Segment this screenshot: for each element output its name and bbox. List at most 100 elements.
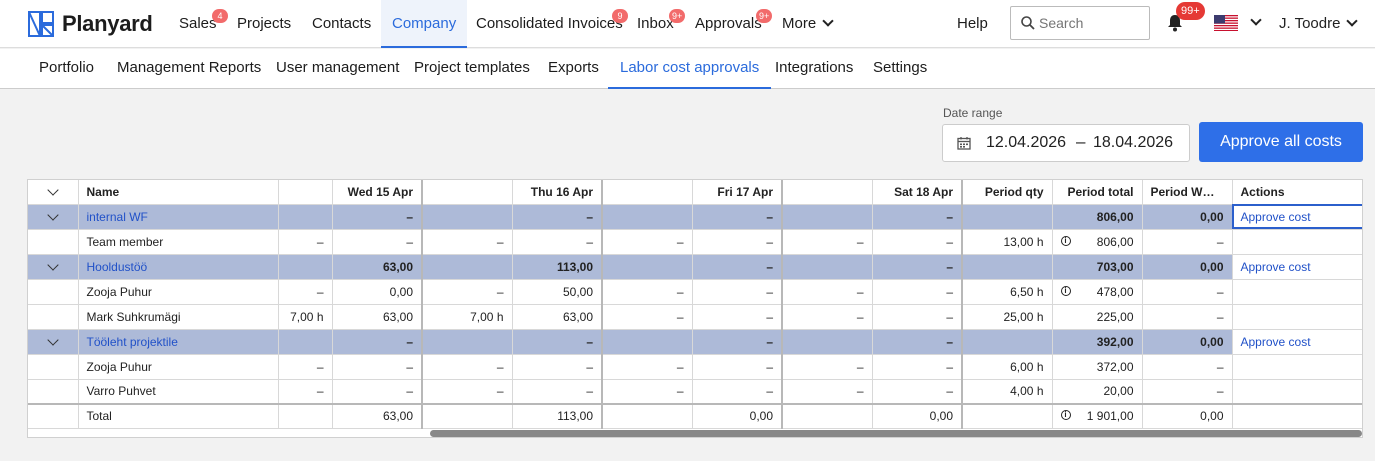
value-cell: – <box>782 379 873 405</box>
value-cell <box>782 403 873 429</box>
group-collapse-toggle[interactable] <box>28 254 79 280</box>
value-cell <box>602 329 693 355</box>
column-header-sat[interactable]: Sat 18 Apr <box>872 180 963 205</box>
nav-consolidated-invoices[interactable]: Consolidated Invoices <box>476 0 623 48</box>
value-cell: 0,00 <box>1142 329 1233 355</box>
value-cell: – <box>278 354 333 380</box>
subnav-settings[interactable]: Settings <box>873 49 927 89</box>
column-header-thu-qty <box>422 180 513 205</box>
group-name[interactable]: Tööleht projektile <box>78 329 279 355</box>
table-row[interactable]: Zooja Puhur –0,00–50,00– – – –6,50 h i 478,00– <box>28 279 1362 305</box>
subnav-portfolio[interactable]: Portfolio <box>39 49 94 89</box>
group-row[interactable]: Hooldustöö 63,00 113,00 – – 703,00 0,00 Approve… <box>28 254 1362 280</box>
value-cell: 6,00 h <box>962 354 1053 380</box>
nav-projects[interactable]: Projects <box>237 0 291 48</box>
value-cell: 703,00 <box>1052 254 1143 280</box>
value-cell: – <box>512 229 603 255</box>
user-menu[interactable]: J. Toodre <box>1279 0 1359 48</box>
value-cell: 4,00 h <box>962 379 1053 405</box>
table-row[interactable]: Varro Puhvet – – – – – – – –4,00 h 20,00– <box>28 379 1362 405</box>
value-cell: – <box>278 279 333 305</box>
subnav-labor-cost-approvals[interactable]: Labor cost approvals <box>608 49 772 89</box>
value-cell: – <box>692 204 783 230</box>
info-icon[interactable]: i <box>1060 285 1071 296</box>
language-chevron-down-icon[interactable] <box>1250 14 1262 26</box>
approve-cost-link[interactable]: Approve cost <box>1241 210 1311 224</box>
group-name[interactable]: Hooldustöö <box>78 254 279 280</box>
nav-consolidated-invoices-badge: 9 <box>612 9 628 23</box>
nav-contacts-label: Contacts <box>312 15 372 32</box>
value-cell: – <box>278 379 333 405</box>
collapse-all-toggle[interactable] <box>28 180 79 205</box>
nav-approvals[interactable]: Approvals <box>695 0 762 48</box>
nav-sales-label: Sales <box>179 15 217 32</box>
planyard-logo[interactable]: Planyard <box>28 11 153 37</box>
value-cell <box>782 329 873 355</box>
row-spacer-cell <box>28 354 79 380</box>
employee-name: Mark Suhkrumägi <box>78 304 279 330</box>
subnav-exports[interactable]: Exports <box>548 49 599 89</box>
subnav-user-management[interactable]: User management <box>276 49 399 89</box>
table-body: internal WF – – – –806,00 0,00 Approve cost Tea… <box>28 204 1362 429</box>
actions-cell <box>1232 304 1362 330</box>
column-header-period-qty[interactable]: Period qty <box>962 180 1053 205</box>
search-input[interactable] <box>1039 15 1144 31</box>
date-from[interactable]: 12.04.2026 <box>986 134 1066 152</box>
column-header-wed[interactable]: Wed 15 Apr <box>332 180 423 205</box>
row-spacer-cell <box>28 403 79 429</box>
nav-contacts[interactable]: Contacts <box>312 0 371 48</box>
nav-inbox[interactable]: Inbox <box>637 0 674 48</box>
column-header-period-wo[interactable]: Period WO ... <box>1142 180 1233 205</box>
approve-all-costs-button[interactable]: Approve all costs <box>1199 122 1363 162</box>
row-spacer-cell <box>28 229 79 255</box>
value-cell: i 478,00 <box>1052 279 1143 305</box>
approve-cost-link[interactable]: Approve cost <box>1241 335 1311 349</box>
date-range-picker[interactable]: 12.04.2026 – 18.04.2026 <box>942 124 1190 162</box>
approve-cost-cell: Approve cost <box>1232 204 1362 230</box>
info-icon[interactable]: i <box>1060 235 1071 246</box>
value-cell <box>602 254 693 280</box>
table-row[interactable]: Zooja Puhur – – – – – – – –6,00 h 372,00– <box>28 354 1362 380</box>
group-collapse-toggle[interactable] <box>28 329 79 355</box>
group-name[interactable]: internal WF <box>78 204 279 230</box>
value-cell: – <box>1142 379 1233 405</box>
value-cell: – <box>1142 354 1233 380</box>
group-row[interactable]: internal WF – – – – 806,00 0,00 Approve cost <box>28 204 1362 230</box>
value-cell <box>278 254 333 280</box>
date-to[interactable]: 18.04.2026 <box>1093 134 1173 152</box>
horizontal-scrollbar[interactable] <box>430 430 1362 437</box>
total-label: Total <box>78 403 279 429</box>
group-collapse-toggle[interactable] <box>28 204 79 230</box>
approve-cost-link[interactable]: Approve cost <box>1241 260 1311 274</box>
nav-consolidated-invoices-label: Consolidated Invoices <box>476 15 623 32</box>
value-cell: – <box>332 229 423 255</box>
value-cell: – <box>332 329 423 355</box>
table-row[interactable]: Team member – – – – – – – –13,00 h i 806,00– <box>28 229 1362 255</box>
value-cell: 25,00 h <box>962 304 1053 330</box>
nav-company[interactable]: Company <box>381 0 468 48</box>
actions-cell <box>1232 279 1362 305</box>
column-header-actions: Actions <box>1232 180 1362 205</box>
column-header-fri[interactable]: Fri 17 Apr <box>692 180 783 205</box>
nav-sales[interactable]: Sales <box>179 0 217 48</box>
column-header-period-total[interactable]: Period total <box>1052 180 1143 205</box>
info-icon[interactable]: i <box>1060 410 1071 421</box>
subnav-management-reports[interactable]: Management Reports <box>117 49 261 89</box>
us-flag-icon[interactable] <box>1214 15 1238 31</box>
search-box[interactable] <box>1010 6 1150 40</box>
company-sub-navigation: Portfolio Management Reports User manage… <box>0 49 1375 89</box>
value-cell: – <box>278 229 333 255</box>
column-header-name[interactable]: Name <box>78 180 279 205</box>
column-header-thu[interactable]: Thu 16 Apr <box>512 180 603 205</box>
employee-name: Team member <box>78 229 279 255</box>
group-row[interactable]: Tööleht projektile – – – – 392,00 0,00 Approve … <box>28 329 1362 355</box>
nav-more[interactable]: More <box>782 0 834 48</box>
subnav-project-templates[interactable]: Project templates <box>414 49 530 89</box>
value-cell: – <box>602 229 693 255</box>
value-cell <box>278 204 333 230</box>
help-link[interactable]: Help <box>957 0 988 48</box>
total-row[interactable]: Total 63,00 113,00 0,00 0,00 i 1 901,00 0,00 <box>28 403 1362 429</box>
table-row[interactable]: Mark Suhkrumägi 7,00 h 63,00 7,00 h 63,00– – –… <box>28 304 1362 330</box>
value-cell: – <box>422 229 513 255</box>
subnav-integrations[interactable]: Integrations <box>775 49 853 89</box>
